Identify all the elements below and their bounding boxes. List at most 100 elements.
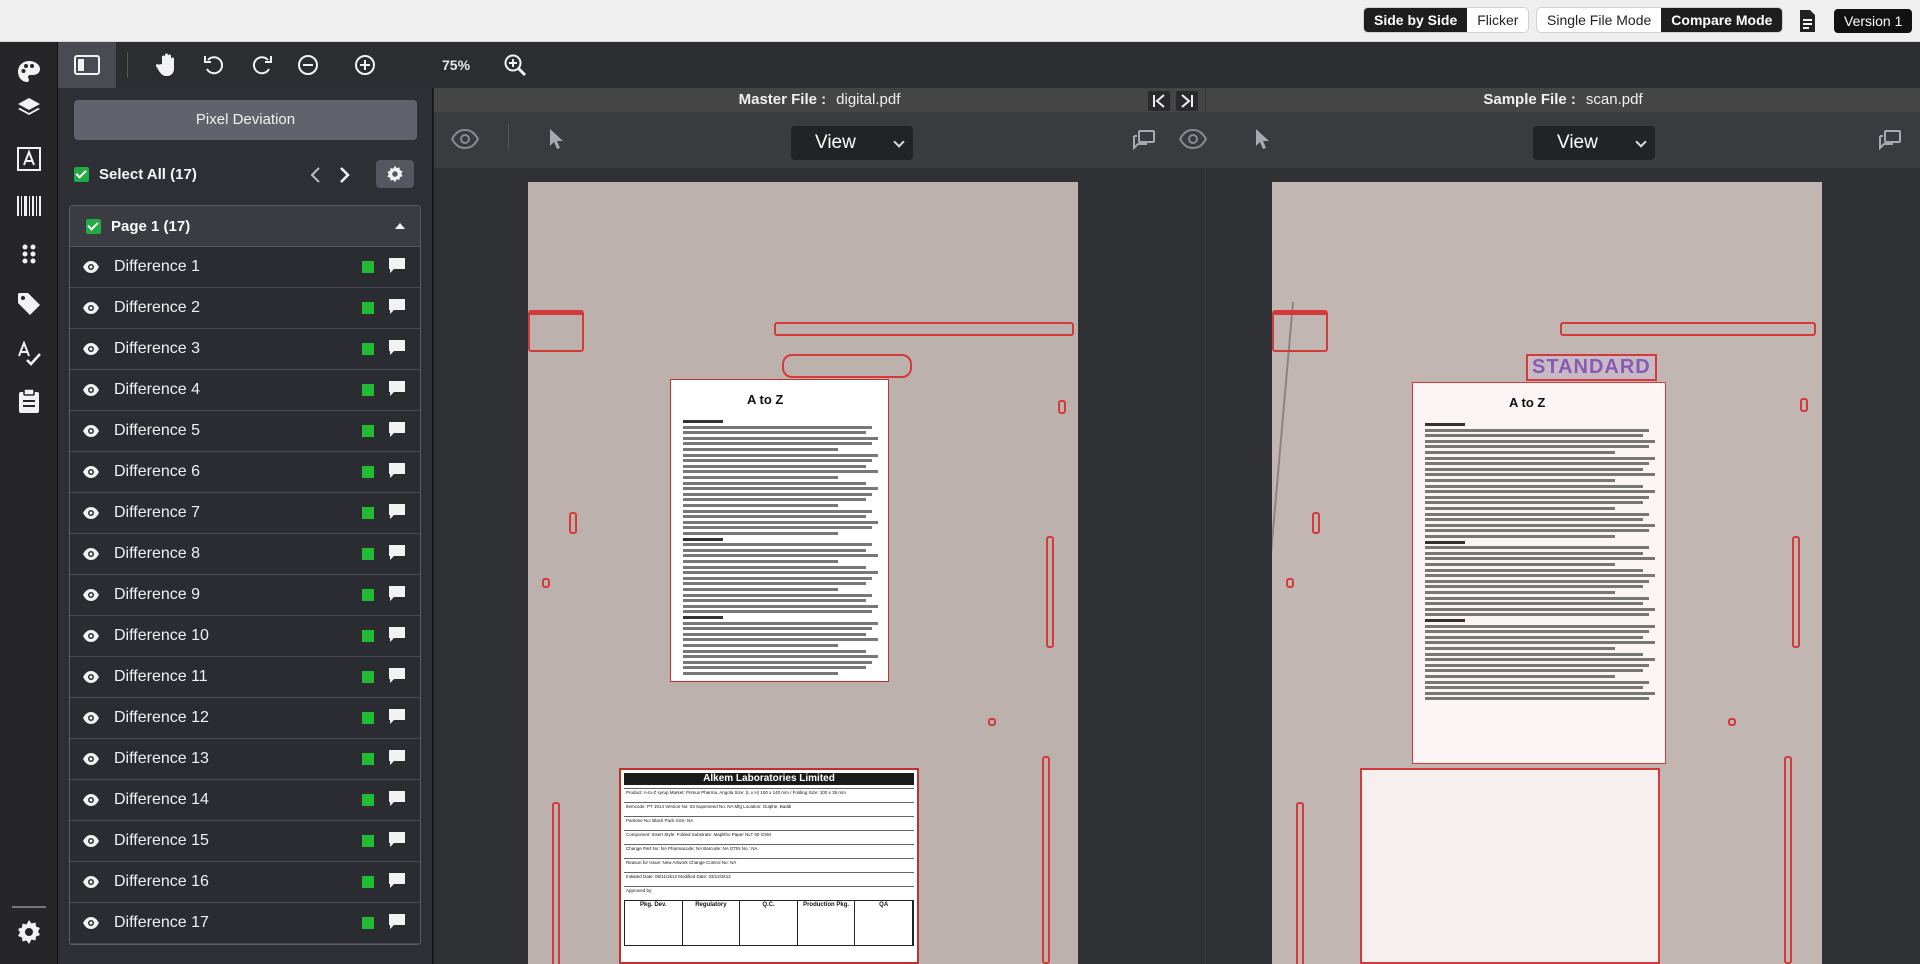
- difference-row[interactable]: Difference 12: [70, 698, 420, 739]
- difference-marker[interactable]: [569, 512, 577, 534]
- flicker-button[interactable]: Flicker: [1467, 8, 1528, 32]
- last-difference-icon[interactable]: [1176, 91, 1198, 111]
- eye-icon[interactable]: [82, 506, 100, 520]
- comment-icon[interactable]: [388, 872, 406, 889]
- comments-icon[interactable]: [1132, 129, 1156, 151]
- eye-icon[interactable]: [82, 383, 100, 397]
- difference-row[interactable]: Difference 15: [70, 821, 420, 862]
- text-icon[interactable]: [13, 143, 45, 175]
- palette-icon[interactable]: [13, 56, 45, 88]
- chevron-up-icon[interactable]: [394, 222, 406, 230]
- comment-icon[interactable]: [388, 421, 406, 438]
- zoom-fit-icon[interactable]: [499, 50, 531, 80]
- difference-marker[interactable]: [1042, 756, 1050, 964]
- comment-icon[interactable]: [388, 380, 406, 397]
- clipboard-icon[interactable]: [13, 385, 45, 417]
- eye-icon[interactable]: [82, 793, 100, 807]
- difference-row[interactable]: Difference 11: [70, 657, 420, 698]
- zoom-level[interactable]: 75%: [442, 42, 470, 88]
- difference-row[interactable]: Difference 7: [70, 493, 420, 534]
- comment-icon[interactable]: [388, 339, 406, 356]
- difference-marker[interactable]: [528, 310, 584, 352]
- barcode-icon[interactable]: [13, 190, 45, 222]
- difference-marker[interactable]: [1046, 536, 1054, 648]
- eye-icon[interactable]: [1178, 128, 1208, 150]
- difference-marker[interactable]: [1360, 768, 1660, 964]
- difference-marker[interactable]: [1286, 578, 1294, 588]
- difference-row[interactable]: Difference 17: [70, 903, 420, 944]
- difference-marker[interactable]: [988, 718, 996, 726]
- comment-icon[interactable]: [388, 544, 406, 561]
- comment-icon[interactable]: [388, 831, 406, 848]
- difference-marker[interactable]: [542, 578, 550, 588]
- difference-row[interactable]: Difference 10: [70, 616, 420, 657]
- difference-row[interactable]: Difference 16: [70, 862, 420, 903]
- layers-icon[interactable]: [13, 92, 45, 124]
- cursor-pointer-icon[interactable]: [548, 128, 564, 150]
- difference-marker[interactable]: [782, 354, 912, 378]
- comment-icon[interactable]: [388, 503, 406, 520]
- comment-icon[interactable]: [388, 790, 406, 807]
- comment-icon[interactable]: [388, 462, 406, 479]
- chevron-right-icon[interactable]: [334, 164, 354, 186]
- comments-icon[interactable]: [1878, 129, 1902, 151]
- document-icon[interactable]: [1796, 9, 1818, 33]
- eye-icon[interactable]: [82, 916, 100, 930]
- comment-icon[interactable]: [388, 913, 406, 930]
- compare-mode-button[interactable]: Compare Mode: [1661, 8, 1783, 32]
- difference-marker[interactable]: [1058, 400, 1066, 414]
- eye-icon[interactable]: [82, 588, 100, 602]
- eye-icon[interactable]: [82, 711, 100, 725]
- difference-marker[interactable]: [552, 802, 560, 964]
- zoom-out-icon[interactable]: [292, 50, 324, 80]
- page-checkbox[interactable]: [86, 218, 101, 234]
- comment-icon[interactable]: [388, 708, 406, 725]
- master-view-select[interactable]: View: [791, 126, 913, 160]
- eye-icon[interactable]: [82, 342, 100, 356]
- difference-marker[interactable]: [1560, 322, 1816, 336]
- difference-marker[interactable]: [1792, 536, 1800, 648]
- select-all[interactable]: Select All (17): [74, 166, 197, 183]
- stamp[interactable]: STANDARD: [1526, 354, 1657, 381]
- difference-row[interactable]: Difference 14: [70, 780, 420, 821]
- difference-row[interactable]: Difference 2: [70, 288, 420, 329]
- panel-toggle-icon[interactable]: [58, 42, 116, 88]
- pixel-deviation-button[interactable]: Pixel Deviation: [74, 100, 417, 140]
- difference-marker[interactable]: [774, 322, 1074, 336]
- first-difference-icon[interactable]: [1148, 91, 1170, 111]
- difference-row[interactable]: Difference 3: [70, 329, 420, 370]
- comment-icon[interactable]: [388, 585, 406, 602]
- difference-row[interactable]: Difference 4: [70, 370, 420, 411]
- eye-icon[interactable]: [82, 875, 100, 889]
- difference-row[interactable]: Difference 9: [70, 575, 420, 616]
- settings-button[interactable]: [376, 160, 414, 188]
- select-all-checkbox[interactable]: [74, 167, 89, 182]
- eye-icon[interactable]: [82, 301, 100, 315]
- single-file-mode-button[interactable]: Single File Mode: [1537, 8, 1661, 32]
- page-header[interactable]: Page 1 (17): [70, 206, 420, 247]
- difference-row[interactable]: Difference 6: [70, 452, 420, 493]
- pan-hand-icon[interactable]: [152, 50, 184, 80]
- sample-view-select[interactable]: View: [1533, 126, 1655, 160]
- eye-icon[interactable]: [82, 260, 100, 274]
- version-button[interactable]: Version 1: [1834, 9, 1913, 33]
- difference-marker[interactable]: [1800, 398, 1808, 412]
- eye-icon[interactable]: [82, 834, 100, 848]
- eye-icon[interactable]: [82, 629, 100, 643]
- grid-dots-icon[interactable]: [13, 238, 45, 270]
- eye-icon[interactable]: [450, 128, 480, 150]
- comment-icon[interactable]: [388, 298, 406, 315]
- chevron-left-icon[interactable]: [306, 164, 326, 186]
- spellcheck-icon[interactable]: [13, 338, 45, 370]
- comment-icon[interactable]: [388, 749, 406, 766]
- rotate-left-icon[interactable]: [198, 50, 230, 80]
- tag-icon[interactable]: [13, 288, 45, 320]
- difference-row[interactable]: Difference 13: [70, 739, 420, 780]
- eye-icon[interactable]: [82, 547, 100, 561]
- zoom-in-icon[interactable]: [349, 50, 381, 80]
- eye-icon[interactable]: [82, 670, 100, 684]
- difference-marker[interactable]: [1272, 310, 1328, 352]
- side-by-side-button[interactable]: Side by Side: [1364, 8, 1468, 32]
- rotate-right-icon[interactable]: [246, 50, 278, 80]
- cursor-pointer-icon[interactable]: [1254, 128, 1270, 150]
